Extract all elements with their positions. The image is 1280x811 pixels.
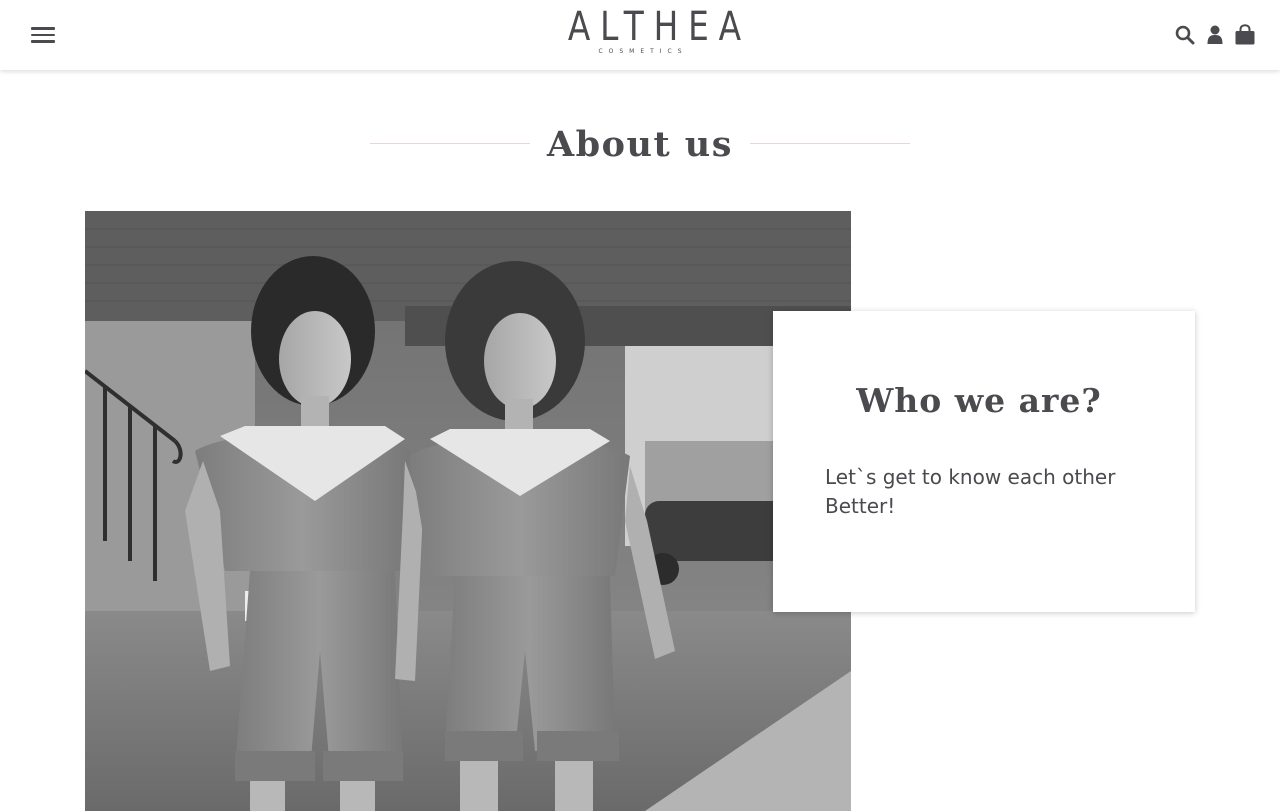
header-actions — [1174, 22, 1256, 48]
heading-divider-left — [370, 143, 530, 144]
card-text: Let`s get to know each other Better! — [825, 465, 1116, 518]
card-title: Who we are? — [856, 381, 1102, 420]
heading-divider-right — [750, 143, 910, 144]
site-header: ALTHEA COSMETICS — [0, 0, 1280, 70]
logo-text: ALTHEA — [567, 4, 751, 50]
about-heading-section: About us — [370, 118, 910, 170]
shopping-bag-icon[interactable] — [1234, 22, 1256, 48]
search-icon[interactable] — [1174, 22, 1196, 48]
user-icon[interactable] — [1204, 22, 1226, 48]
page-title: About us — [547, 123, 733, 165]
site-logo[interactable]: ALTHEA COSMETICS — [540, 4, 751, 66]
hamburger-menu-icon[interactable] — [28, 20, 58, 50]
about-photo — [85, 211, 851, 811]
who-we-are-card: Who we are? Let`s get to know each other… — [773, 311, 1195, 612]
